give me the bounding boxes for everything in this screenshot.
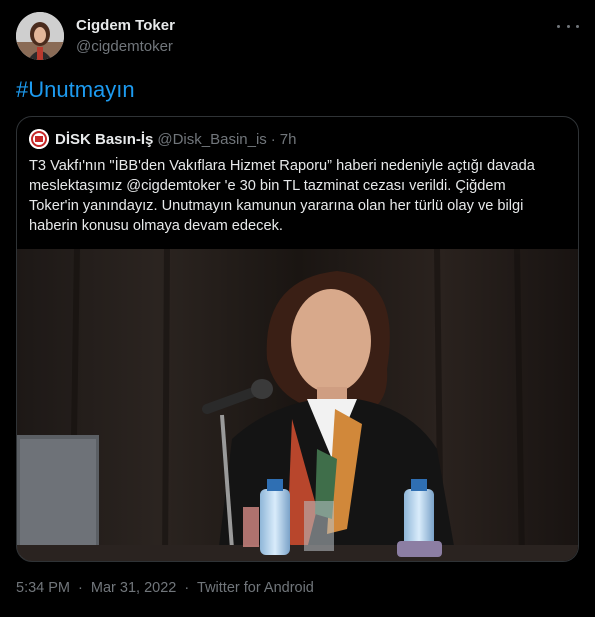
quoted-text-line: meslektaşımız @cigdemtoker 'e 30 bin TL … bbox=[29, 178, 506, 194]
quoted-author-handle: @Disk_Basin_is bbox=[157, 130, 267, 148]
author-avatar[interactable] bbox=[16, 12, 64, 60]
quoted-separator: · bbox=[270, 130, 276, 148]
quoted-tweet-photo[interactable] bbox=[17, 248, 578, 561]
quoted-time: 7h bbox=[279, 130, 297, 148]
tweet-time[interactable]: 5:34 PM bbox=[16, 580, 70, 596]
more-horizontal-icon[interactable] bbox=[557, 16, 579, 36]
meta-separator: · bbox=[78, 580, 83, 596]
tweet-meta: 5:34 PM · Mar 31, 2022 · Twitter for And… bbox=[16, 580, 318, 596]
quoted-text-line: Toker'in yanındayız. Unutmayın kamunun y… bbox=[29, 198, 524, 214]
quoted-author-name: DİSK Basın-İş bbox=[55, 130, 154, 148]
quoted-text-line: haberin konusu olmaya devam edecek. bbox=[29, 218, 283, 234]
meta-separator: · bbox=[184, 580, 190, 596]
quoted-avatar bbox=[29, 129, 49, 149]
quoted-tweet[interactable]: DİSK Basın-İş @Disk_Basin_is · 7h T3 Vak… bbox=[16, 116, 579, 562]
tweet-source[interactable]: Twitter for Android bbox=[197, 580, 314, 596]
hashtag-link[interactable]: #Unutmayın bbox=[16, 77, 135, 103]
author-name[interactable]: Cigdem Toker bbox=[76, 17, 175, 34]
quoted-tweet-header: DİSK Basın-İş @Disk_Basin_is · 7h bbox=[29, 129, 296, 149]
quoted-tweet-text: T3 Vakfı'nın "İBB'den Vakıflara Hizmet R… bbox=[29, 156, 569, 236]
quoted-text-line: T3 Vakfı'nın "İBB'den Vakıflara Hizmet R… bbox=[29, 158, 535, 174]
tweet-header: Cigdem Toker @cigdemtoker bbox=[16, 12, 579, 62]
author-handle[interactable]: @cigdemtoker bbox=[76, 38, 173, 55]
tweet-date[interactable]: Mar 31, 2022 bbox=[91, 580, 176, 596]
